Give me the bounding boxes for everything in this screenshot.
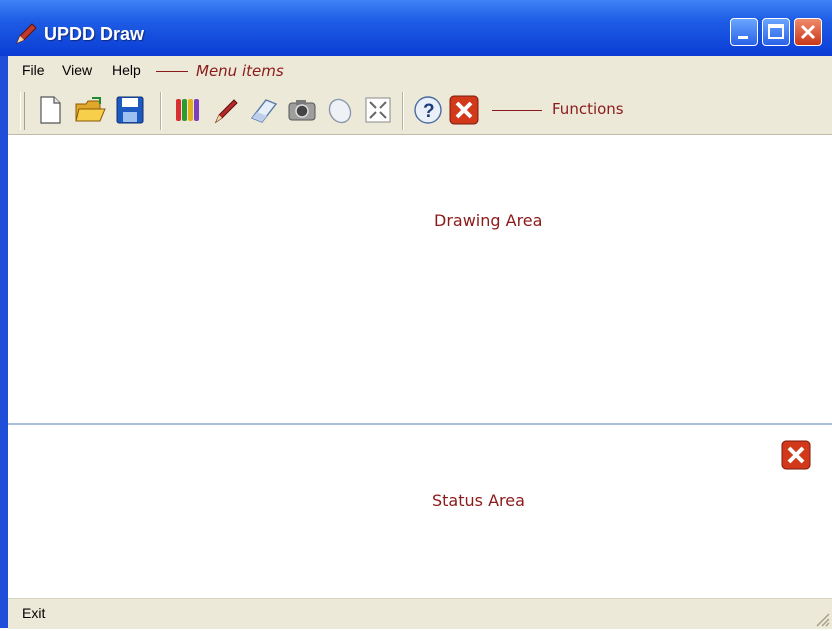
window-title: UPDD Draw bbox=[44, 24, 145, 44]
menu-view[interactable]: View bbox=[62, 62, 92, 78]
client-area: File View Help Menu items ? Functions Dr… bbox=[8, 56, 832, 629]
open-folder-icon[interactable] bbox=[74, 94, 106, 126]
functions-annotation-line bbox=[492, 110, 542, 111]
toolbar-separator bbox=[402, 92, 404, 130]
menu-file[interactable]: File bbox=[22, 62, 45, 78]
toolbar-separator bbox=[160, 92, 162, 130]
resize-grip-icon[interactable] bbox=[814, 611, 830, 627]
functions-annotation: Functions bbox=[552, 100, 624, 118]
toolbar: ? Functions bbox=[8, 86, 832, 135]
svg-text:?: ? bbox=[423, 101, 435, 122]
title-bar[interactable]: UPDD Draw bbox=[0, 0, 832, 56]
status-bar: Exit bbox=[8, 598, 832, 629]
colors-pencils-icon[interactable] bbox=[172, 94, 204, 126]
drawing-area[interactable]: Drawing Area bbox=[8, 135, 832, 425]
menu-bar: File View Help Menu items bbox=[8, 56, 832, 87]
minimize-button[interactable] bbox=[730, 18, 758, 46]
save-disk-icon[interactable] bbox=[114, 94, 146, 126]
exit-icon[interactable] bbox=[448, 94, 480, 126]
menu-help[interactable]: Help bbox=[112, 62, 141, 78]
new-document-icon[interactable] bbox=[34, 94, 66, 126]
close-button[interactable] bbox=[794, 18, 822, 46]
eraser-icon[interactable] bbox=[248, 94, 280, 126]
mouse-icon[interactable] bbox=[324, 94, 356, 126]
app-window: UPDD Draw File View Help Menu items ? Fu… bbox=[0, 0, 832, 629]
drawing-area-label: Drawing Area bbox=[434, 211, 543, 230]
menu-annotation: Menu items bbox=[196, 62, 284, 80]
status-area-label: Status Area bbox=[432, 491, 525, 510]
maximize-button[interactable] bbox=[762, 18, 790, 46]
help-icon[interactable]: ? bbox=[412, 94, 444, 126]
status-area: Status Area bbox=[8, 425, 832, 597]
app-pen-icon bbox=[14, 22, 38, 46]
menu-annotation-line bbox=[156, 71, 188, 72]
fullscreen-icon[interactable] bbox=[362, 94, 394, 126]
camera-icon[interactable] bbox=[286, 94, 318, 126]
pen-icon[interactable] bbox=[210, 94, 242, 126]
toolbar-grip[interactable] bbox=[20, 92, 25, 130]
close-icon[interactable] bbox=[780, 439, 812, 471]
status-bar-text: Exit bbox=[22, 605, 46, 621]
